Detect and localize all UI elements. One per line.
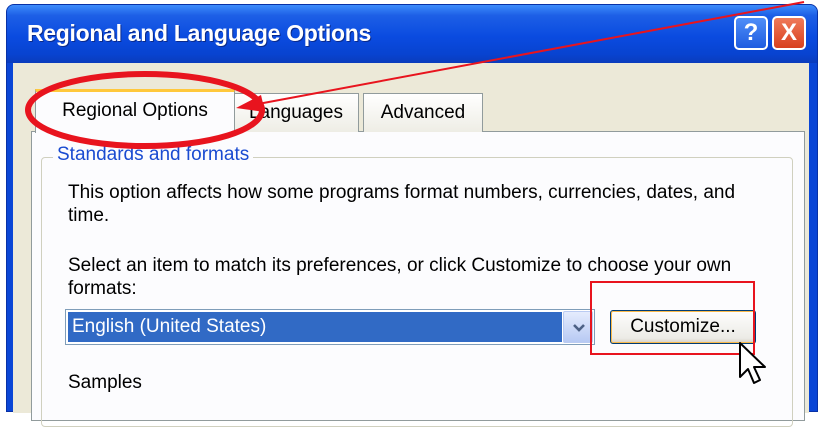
tab-languages[interactable]: Languages — [233, 93, 359, 132]
help-glyph: ? — [743, 19, 759, 46]
tab-advanced[interactable]: Advanced — [363, 93, 483, 132]
help-icon[interactable]: ? — [734, 16, 768, 50]
chevron-down-icon[interactable] — [563, 311, 593, 343]
screenshot: Regional and Language Options ? X Region… — [0, 0, 821, 427]
locale-select[interactable]: English (United States) — [65, 309, 595, 345]
chevron-glyph — [573, 324, 585, 332]
locale-select-value: English (United States) — [68, 312, 562, 342]
dialog-client-area: Regional Options Languages Advanced Stan… — [13, 63, 809, 427]
tab-label: Languages — [248, 102, 344, 123]
samples-label: Samples — [68, 372, 142, 393]
title-bar[interactable]: Regional and Language Options ? X — [7, 5, 817, 63]
description-text: This option affects how some programs fo… — [68, 182, 736, 226]
mouse-pointer-icon — [739, 342, 766, 384]
instruction-text: Select an item to match its preferences,… — [68, 255, 732, 299]
group-title: Standards and formats — [53, 144, 254, 166]
dialog-window: Regional and Language Options ? X Region… — [6, 4, 818, 427]
close-glyph: X — [780, 19, 797, 46]
close-icon[interactable]: X — [772, 16, 806, 50]
window-title: Regional and Language Options — [27, 20, 371, 46]
tab-label: Regional Options — [62, 100, 208, 121]
tab-regional-options[interactable]: Regional Options — [35, 89, 235, 133]
customize-button[interactable]: Customize... — [610, 310, 756, 344]
tab-label: Advanced — [380, 102, 466, 123]
